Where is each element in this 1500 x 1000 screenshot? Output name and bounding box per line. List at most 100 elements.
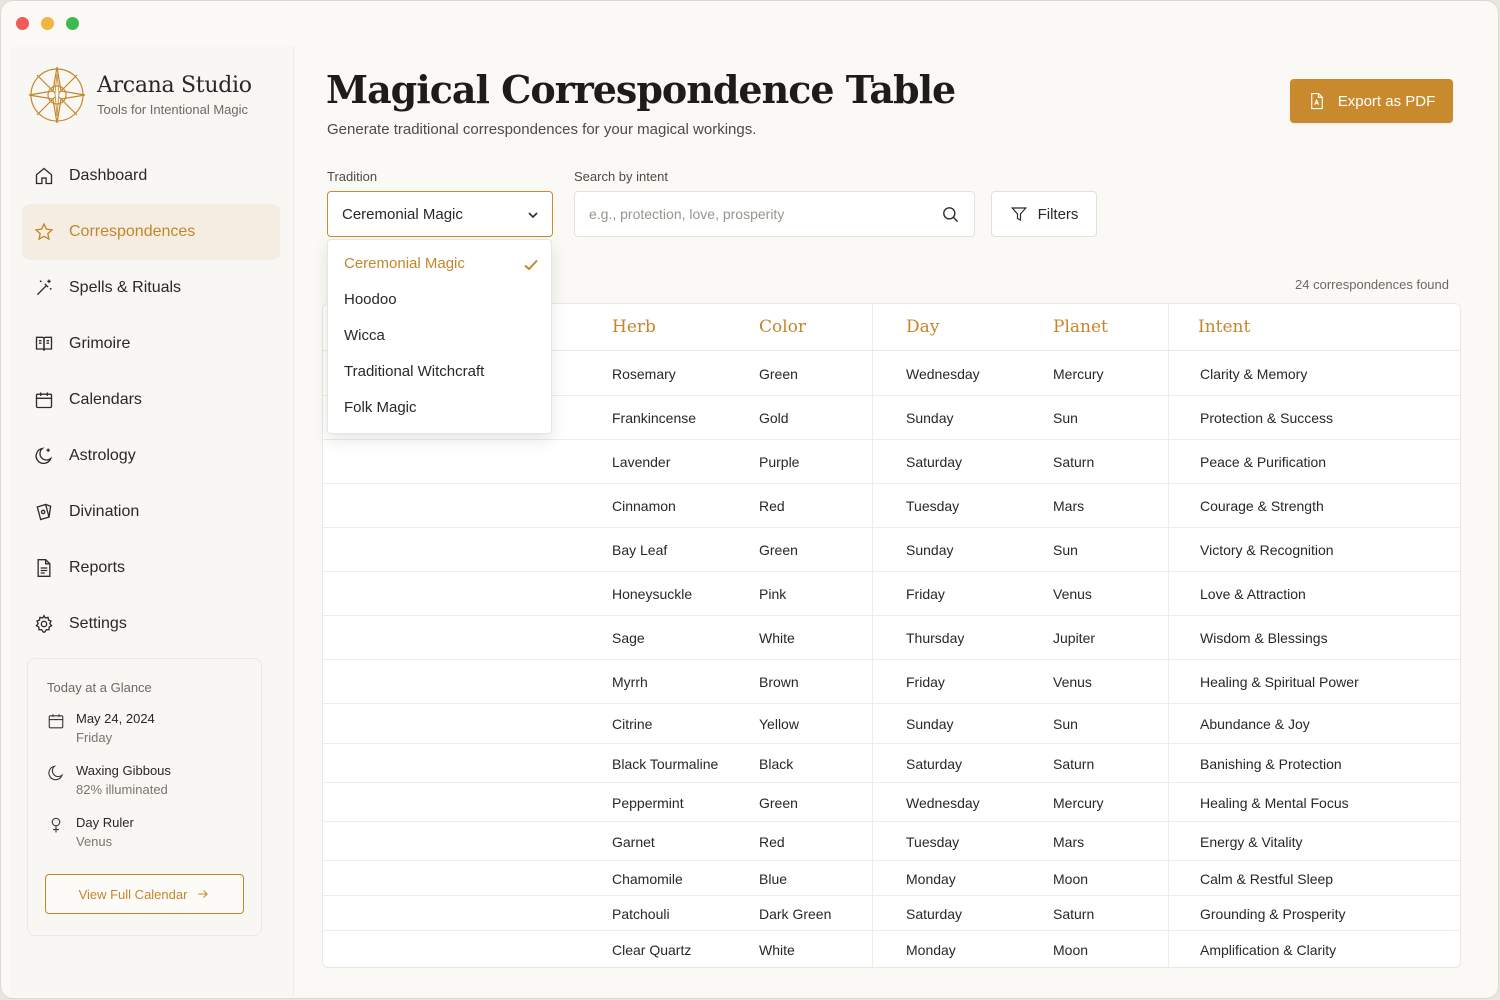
cell-color: Blue (759, 871, 788, 887)
table-row[interactable]: Myrrh Brown Friday Venus Healing & Spiritual… (323, 660, 1460, 704)
cell-planet: Mars (1053, 834, 1085, 850)
page-subtitle: Generate traditional correspondences for… (327, 121, 757, 138)
app-window: Arcana Studio Tools for Intentional Magi… (1, 1, 1498, 998)
sidebar-item-label: Divination (69, 503, 140, 520)
cell-color: Brown (759, 674, 799, 690)
compass-star-logo-icon (28, 66, 86, 124)
column-header-day[interactable]: Day (906, 317, 939, 337)
home-icon (35, 167, 53, 185)
table-row[interactable]: Sage White Thursday Jupiter Wisdom & Blessin… (323, 616, 1460, 660)
tarot-cards-icon (36, 503, 52, 521)
cell-planet: Sun (1053, 542, 1078, 558)
zoom-window-button[interactable] (66, 17, 79, 30)
document-icon (37, 559, 51, 577)
cell-planet: Venus (1053, 586, 1092, 602)
cell-color: Yellow (759, 716, 799, 732)
table-row[interactable]: Peppermint Green Wednesday Mercury Healing &… (323, 783, 1460, 822)
dropdown-option-ceremonial-magic[interactable]: Ceremonial Magic (344, 255, 465, 272)
cell-color: Black (759, 756, 794, 772)
sidebar-item-dashboard[interactable]: Dashboard (22, 148, 280, 204)
table-row[interactable]: Clear Quartz White Monday Moon Amplification… (323, 931, 1460, 967)
cell-color: White (759, 630, 795, 646)
glance-day-ruler: Venus (76, 834, 113, 849)
cell-herb: Chamomile (612, 871, 683, 887)
glance-day-ruler-row: Day Ruler Venus (47, 815, 134, 849)
glance-moon-phase: Waxing Gibbous (76, 763, 171, 778)
cell-herb: Sage (612, 630, 645, 646)
table-row[interactable]: Chamomile Blue Monday Moon Calm & Restful Sl… (323, 861, 1460, 896)
column-header-color[interactable]: Color (759, 317, 806, 337)
search-input[interactable] (589, 192, 929, 236)
moon-icon (35, 447, 53, 465)
cell-herb: Citrine (612, 716, 653, 732)
sidebar-item-astrology[interactable]: Astrology (22, 428, 280, 484)
cell-intent: Calm & Restful Sleep (1200, 871, 1334, 887)
table-row[interactable]: Bay Leaf Green Sunday Sun Victory & Recognit… (323, 528, 1460, 572)
sidebar-item-label: Dashboard (69, 167, 148, 184)
search-label: Search by intent (574, 169, 668, 184)
table-row[interactable]: Patchouli Dark Green Saturday Saturn Groundi… (323, 896, 1460, 931)
cell-color: Green (759, 366, 798, 382)
venus-symbol-icon (51, 817, 61, 833)
sidebar-item-label: Spells & Rituals (69, 279, 182, 296)
sidebar-item-calendars[interactable]: Calendars (22, 372, 280, 428)
dropdown-option-wicca[interactable]: Wicca (344, 327, 385, 344)
cell-planet: Sun (1053, 716, 1078, 732)
sidebar-item-label: Correspondences (69, 223, 196, 240)
cell-planet: Jupiter (1053, 630, 1096, 646)
dropdown-option-folk-magic[interactable]: Folk Magic (344, 399, 417, 416)
cell-intent: Victory & Recognition (1200, 542, 1334, 558)
brand-name: Arcana Studio (97, 73, 252, 98)
table-row[interactable]: Citrine Yellow Sunday Sun Abundance & Joy (323, 704, 1460, 744)
cell-herb: Peppermint (612, 795, 684, 811)
export-pdf-button[interactable]: Export as PDF (1290, 79, 1453, 123)
filters-button[interactable]: Filters (991, 191, 1097, 237)
table-row[interactable]: Honeysuckle Pink Friday Venus Love & Attract… (323, 572, 1460, 616)
cell-color: Green (759, 795, 798, 811)
sidebar-item-correspondences[interactable]: Correspondences (22, 204, 280, 260)
sidebar-item-settings[interactable]: Settings (22, 596, 280, 652)
tradition-select[interactable]: Ceremonial Magic (327, 191, 553, 237)
tradition-select-value: Ceremonial Magic (342, 205, 463, 223)
dropdown-option-hoodoo[interactable]: Hoodoo (344, 291, 397, 308)
gear-icon (35, 614, 53, 633)
sidebar-item-label: Astrology (69, 447, 136, 464)
cell-color: Dark Green (759, 906, 832, 922)
table-row[interactable]: Garnet Red Tuesday Mars Energy & Vitality (323, 822, 1460, 861)
cell-color: Purple (759, 454, 800, 470)
sidebar-item-spells-rituals[interactable]: Spells & Rituals (22, 260, 280, 316)
cell-intent: Wisdom & Blessings (1200, 630, 1328, 646)
sidebar-item-grimoire[interactable]: Grimoire (22, 316, 280, 372)
dropdown-option-traditional-witchcraft[interactable]: Traditional Witchcraft (344, 363, 484, 380)
view-full-calendar-button[interactable]: View Full Calendar (45, 874, 244, 914)
sidebar-item-label: Settings (69, 615, 127, 632)
brand[interactable]: Arcana Studio Tools for Intentional Magi… (28, 66, 252, 124)
table-row[interactable]: Lavender Purple Saturday Saturn Peace & Puri… (323, 440, 1460, 484)
sidebar-item-reports[interactable]: Reports (22, 540, 280, 596)
close-window-button[interactable] (16, 17, 29, 30)
sidebar-item-divination[interactable]: Divination (22, 484, 280, 540)
table-row[interactable]: Cinnamon Red Tuesday Mars Courage & Strength (323, 484, 1460, 528)
cell-planet: Mercury (1053, 795, 1104, 811)
cell-color: Pink (759, 586, 787, 602)
cell-day: Saturday (906, 454, 963, 470)
column-header-herb[interactable]: Herb (612, 317, 656, 337)
cell-day: Sunday (906, 542, 954, 558)
cell-intent: Protection & Success (1200, 410, 1334, 426)
filter-funnel-icon (1010, 207, 1027, 221)
cell-day: Friday (906, 674, 945, 690)
cell-planet: Sun (1053, 410, 1078, 426)
table-row[interactable]: Black Tourmaline Black Saturday Saturn Banis… (323, 744, 1460, 783)
cell-herb: Bay Leaf (612, 542, 668, 558)
column-header-planet[interactable]: Planet (1053, 317, 1108, 337)
star-icon (34, 222, 54, 241)
chevron-down-icon (528, 212, 538, 219)
brand-tagline: Tools for Intentional Magic (97, 102, 249, 117)
search-icon[interactable] (941, 205, 960, 224)
cell-planet: Mercury (1053, 366, 1104, 382)
cell-color: Green (759, 542, 798, 558)
column-header-intent[interactable]: Intent (1198, 317, 1250, 337)
glance-weekday: Friday (76, 730, 113, 745)
glance-date-row: May 24, 2024 Friday (47, 711, 155, 745)
minimize-window-button[interactable] (41, 17, 54, 30)
